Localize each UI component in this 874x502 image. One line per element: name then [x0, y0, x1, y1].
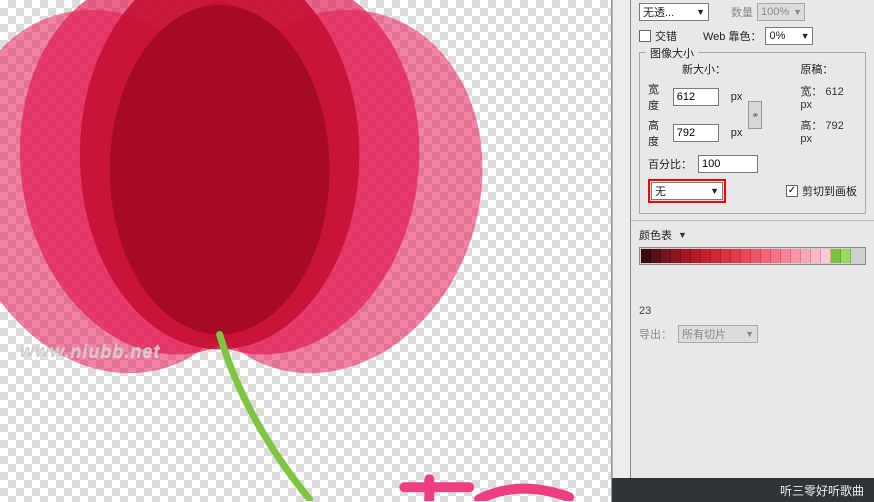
color-swatch[interactable] [821, 249, 831, 263]
web-dither-value: 0% [769, 30, 785, 42]
transparency-preset-select[interactable]: 无透... ▼ [639, 3, 709, 21]
color-swatch[interactable] [811, 249, 821, 263]
image-size-group: 图像大小 新大小： 宽度 px ⚭ 高度 px 百分比： [639, 52, 866, 214]
width-input[interactable] [673, 88, 719, 106]
save-for-web-panel: 无透... ▼ 数量 100% ▼ 交错 Web 靠色： 0% ▼ 图像大小 新… [630, 0, 874, 502]
link-dimensions-button[interactable]: ⚭ [748, 101, 762, 129]
color-swatch[interactable] [691, 249, 701, 263]
chevron-down-icon: ▼ [692, 7, 705, 17]
chevron-down-icon: ▼ [789, 7, 802, 17]
color-swatch[interactable] [841, 249, 851, 263]
color-swatch[interactable] [741, 249, 751, 263]
width-unit: px [731, 91, 743, 103]
height-unit: px [731, 127, 743, 139]
color-swatch[interactable] [791, 249, 801, 263]
color-swatch[interactable] [651, 249, 661, 263]
highlight-box: 无 ▼ [648, 179, 726, 203]
color-swatch[interactable] [671, 249, 681, 263]
height-input[interactable] [673, 124, 719, 142]
color-swatch[interactable] [721, 249, 731, 263]
percent-label: 百分比： [648, 156, 692, 172]
export-label: 导出： [639, 326, 672, 342]
color-swatch[interactable] [641, 249, 651, 263]
quantity-value: 100% [761, 6, 789, 18]
chevron-down-icon: ▼ [797, 31, 810, 41]
quantity-select: 100% ▼ [757, 3, 805, 21]
web-dither-label: Web 靠色： [703, 28, 761, 44]
artwork-tulip [0, 0, 611, 501]
footer-nowplaying: 听三零好听歌曲 [780, 482, 864, 499]
chevron-down-icon: ▼ [678, 230, 687, 240]
color-swatch[interactable] [711, 249, 721, 263]
color-swatch[interactable] [831, 249, 841, 263]
image-size-legend: 图像大小 [646, 45, 698, 61]
color-swatch[interactable] [781, 249, 791, 263]
color-swatch[interactable] [701, 249, 711, 263]
color-count: 23 [631, 265, 874, 321]
color-table-title: 颜色表 [639, 227, 672, 243]
color-swatch[interactable] [731, 249, 741, 263]
watermark: www.niubb.net [20, 341, 160, 362]
original-label: 原稿： [800, 61, 857, 77]
new-size-label: 新大小： [682, 61, 776, 77]
footer-bar: 听三零好听歌曲 [612, 478, 874, 502]
chevron-down-icon: ▼ [741, 329, 754, 339]
color-table-swatches[interactable] [639, 247, 866, 265]
color-swatch[interactable] [681, 249, 691, 263]
color-swatch[interactable] [751, 249, 761, 263]
quantity-label: 数量 [731, 4, 753, 20]
percent-input[interactable] [698, 155, 758, 173]
chevron-down-icon: ▼ [706, 186, 719, 196]
interlace-label: 交错 [655, 28, 677, 44]
clip-to-artboard-checkbox[interactable] [786, 185, 798, 197]
interlace-checkbox[interactable] [639, 30, 651, 42]
color-swatch[interactable] [661, 249, 671, 263]
color-swatch[interactable] [801, 249, 811, 263]
orig-height-label: 高： [800, 120, 822, 132]
resample-method-select[interactable]: 无 ▼ [651, 182, 723, 200]
clip-to-artboard-label: 剪切到画板 [802, 183, 857, 199]
width-label: 宽度 [648, 81, 667, 113]
color-swatch[interactable] [771, 249, 781, 263]
export-slices-value: 所有切片 [682, 326, 726, 342]
orig-width-label: 宽： [800, 86, 822, 98]
height-label: 高度 [648, 117, 667, 149]
transparency-preset-value: 无透... [643, 4, 674, 20]
canvas-area: www.niubb.net [0, 0, 612, 502]
canvas-scrollbar[interactable] [612, 0, 630, 502]
resample-method-value: 无 [655, 183, 666, 199]
color-swatch[interactable] [761, 249, 771, 263]
export-slices-select: 所有切片 ▼ [678, 325, 758, 343]
color-table-header[interactable]: 颜色表 ▼ [631, 220, 874, 247]
web-dither-select[interactable]: 0% ▼ [765, 27, 813, 45]
